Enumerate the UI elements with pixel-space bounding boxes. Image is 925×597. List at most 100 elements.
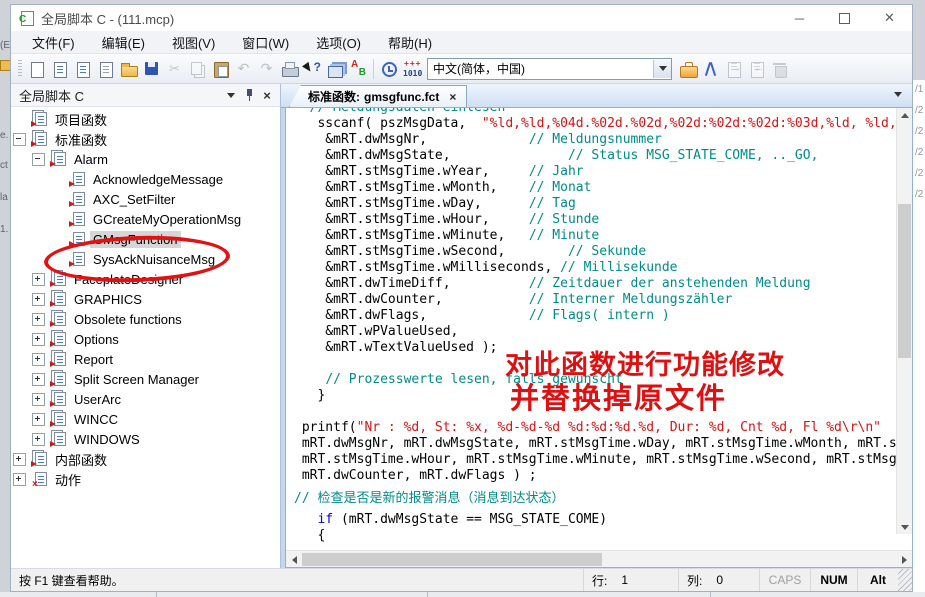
tree-item-gmsgfunction[interactable]: GMsgFunction <box>11 229 280 249</box>
tree-item-动作[interactable]: 动作 <box>11 469 280 489</box>
tree-item-label: 动作 <box>52 469 84 490</box>
project-icon[interactable] <box>676 58 699 80</box>
tree-item-options[interactable]: Options <box>11 329 280 349</box>
pin-icon[interactable] <box>240 87 258 103</box>
expander-minus-icon[interactable] <box>32 153 45 166</box>
export-icon[interactable] <box>745 58 768 80</box>
tree-item-alarm[interactable]: Alarm <box>11 149 280 169</box>
syntax-colors-icon[interactable] <box>347 58 370 80</box>
language-combo-dropdown[interactable] <box>653 60 671 78</box>
paste-icon[interactable] <box>209 58 232 80</box>
expander-plus-icon[interactable] <box>32 293 45 306</box>
import-icon[interactable] <box>722 58 745 80</box>
tree-item-split-screen-manager[interactable]: Split Screen Manager <box>11 369 280 389</box>
expander-minus-icon[interactable] <box>13 133 26 146</box>
expander-plus-icon[interactable] <box>32 313 45 326</box>
code-line: mRT.dwMsgNr, mRT.dwMsgState, mRT.stMsgTi… <box>294 436 897 452</box>
tree-item-axc_setfilter[interactable]: AXC_SetFilter <box>11 189 280 209</box>
close-button[interactable]: ✕ <box>867 5 912 31</box>
tree-item-label: AcknowledgeMessage <box>90 171 226 188</box>
runtime-clock-icon[interactable] <box>377 58 400 80</box>
redo-icon[interactable] <box>255 58 278 80</box>
code-editor[interactable]: // Meldungsdaten einlesen sscanf( pszMsg… <box>286 108 897 551</box>
resize-grip[interactable] <box>898 569 912 591</box>
new-action-icon[interactable] <box>94 58 117 80</box>
save-icon[interactable] <box>140 58 163 80</box>
new-file-icon[interactable] <box>25 58 48 80</box>
tree-item-sysacknuisancemsg[interactable]: SysAckNuisanceMsg <box>11 249 280 269</box>
undo-icon[interactable] <box>232 58 255 80</box>
expander-plus-icon[interactable] <box>32 373 45 386</box>
panel-close-button[interactable]: × <box>258 87 276 103</box>
open-icon[interactable] <box>117 58 140 80</box>
expander-plus-icon[interactable] <box>32 413 45 426</box>
expander-plus-icon[interactable] <box>32 333 45 346</box>
menu-help[interactable]: 帮助(H) <box>379 31 441 54</box>
tree-item-obsolete-functions[interactable]: Obsolete functions <box>11 309 280 329</box>
vertical-scrollbar[interactable] <box>896 108 912 534</box>
scroll-up-icon[interactable] <box>897 108 912 122</box>
expander-plus-icon[interactable] <box>32 393 45 406</box>
tree-item-wincc[interactable]: WINCC <box>11 409 280 429</box>
menu-view[interactable]: 视图(V) <box>163 31 224 54</box>
tree-item-faceplatedesigner[interactable]: FaceplateDesigner <box>11 269 280 289</box>
tree-item-windows[interactable]: WINDOWS <box>11 429 280 449</box>
expander-plus-icon[interactable] <box>32 273 45 286</box>
expander-plus-icon[interactable] <box>13 473 26 486</box>
menu-edit[interactable]: 编辑(E) <box>93 31 154 54</box>
app-icon <box>19 10 35 26</box>
tree-item-userarc[interactable]: UserArc <box>11 389 280 409</box>
scroll-right-icon[interactable] <box>896 552 912 567</box>
maximize-icon <box>839 13 850 24</box>
tree-item-label: WINDOWS <box>71 431 143 448</box>
vertical-scroll-thumb[interactable] <box>898 204 911 358</box>
scroll-left-icon[interactable] <box>286 552 302 567</box>
tree-item-graphics[interactable]: GRAPHICS <box>11 289 280 309</box>
code-line: sscanf( pszMsgData, "%ld,%ld,%04d.%02d.%… <box>294 116 897 132</box>
tree-item-gcreatemyoperationmsg[interactable]: GCreateMyOperationMsg <box>11 209 280 229</box>
tab-file-label: gmsgfunc.fct <box>364 90 439 104</box>
tab-list-dropdown-icon[interactable] <box>894 92 902 97</box>
tree-item-内部函数[interactable]: 内部函数 <box>11 449 280 469</box>
cut-icon[interactable] <box>163 58 186 80</box>
code-editor-frame: // Meldungsdaten einlesen sscanf( pszMsg… <box>285 107 913 568</box>
tab-gmsgfunc[interactable]: 标准函数 : gmsgfunc.fct × <box>289 85 467 107</box>
tree-item-acknowledgemessage[interactable]: AcknowledgeMessage <box>11 169 280 189</box>
tree-item-report[interactable]: Report <box>11 349 280 369</box>
function-icon <box>69 191 86 207</box>
edit-tool-icon[interactable] <box>699 58 722 80</box>
panel-menu-button[interactable] <box>222 87 240 103</box>
print-icon[interactable] <box>278 58 301 80</box>
horizontal-scroll-thumb[interactable] <box>302 553 602 566</box>
category-icon <box>31 131 48 147</box>
tree-item-项目函数[interactable]: 项目函数 <box>11 109 280 129</box>
delete-actions-icon[interactable] <box>768 58 791 80</box>
new-project-function-icon[interactable] <box>48 58 71 80</box>
menu-window[interactable]: 窗口(W) <box>233 31 298 54</box>
code-line: mRT.stMsgTime.wHour, mRT.stMsgTime.wMinu… <box>294 452 897 468</box>
new-standard-function-icon[interactable] <box>71 58 94 80</box>
maximize-button[interactable] <box>822 5 867 31</box>
menu-options[interactable]: 选项(O) <box>307 31 370 54</box>
category-icon <box>50 151 67 167</box>
tab-close-icon[interactable]: × <box>449 90 456 104</box>
language-combo-value: 中文(简体，中国) <box>428 60 653 77</box>
tree-item-标准函数[interactable]: 标准函数 <box>11 129 280 149</box>
toolbar-grip[interactable] <box>18 60 22 78</box>
code-line: &mRT.stMsgTime.wYear, // Jahr <box>294 164 897 180</box>
menu-file[interactable]: 文件(F) <box>23 31 84 54</box>
language-combo[interactable]: 中文(简体，中国) <box>427 58 672 80</box>
help-icon[interactable] <box>301 58 324 80</box>
scroll-down-icon[interactable] <box>897 520 912 534</box>
tree-item-label: WINCC <box>71 411 121 428</box>
code-line: &mRT.wPValueUsed, <box>294 324 897 340</box>
expander-plus-icon[interactable] <box>32 353 45 366</box>
compile-icon[interactable] <box>324 58 347 80</box>
binary-values-icon[interactable] <box>400 58 423 80</box>
horizontal-scrollbar[interactable] <box>286 550 912 567</box>
tab-group-label: 标准函数 <box>308 88 356 105</box>
expander-plus-icon[interactable] <box>13 453 26 466</box>
minimize-button[interactable]: ─ <box>777 5 822 31</box>
copy-icon[interactable] <box>186 58 209 80</box>
expander-plus-icon[interactable] <box>32 433 45 446</box>
